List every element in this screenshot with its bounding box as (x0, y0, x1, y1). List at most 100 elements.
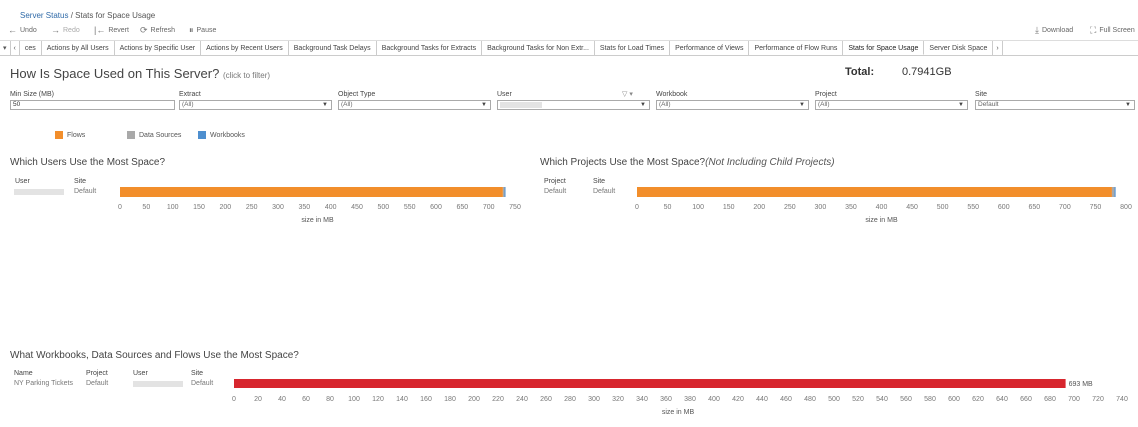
x-tick-label: 500 (828, 396, 840, 403)
row-project: Default (544, 188, 567, 195)
data-label: 693 MB (1069, 381, 1093, 388)
x-tick-label: 140 (396, 396, 408, 403)
x-tick-label: 400 (876, 204, 888, 211)
bar-flows[interactable] (120, 187, 503, 197)
x-tick-label: 660 (1020, 396, 1032, 403)
x-tick-label: 350 (298, 204, 310, 211)
col-header-project: Project (86, 370, 108, 377)
bar-size[interactable] (234, 379, 1066, 388)
x-tick-label: 150 (723, 204, 735, 211)
x-tick-label: 420 (732, 396, 744, 403)
x-axis-label: size in MB (865, 217, 898, 224)
bar-data-sources[interactable] (502, 187, 505, 197)
redacted-user-name (133, 381, 183, 387)
x-tick-label: 720 (1092, 396, 1104, 403)
row-project: Default (86, 380, 109, 387)
x-tick-label: 750 (509, 204, 521, 211)
x-tick-label: 120 (372, 396, 384, 403)
x-tick-label: 160 (420, 396, 432, 403)
x-tick-label: 240 (516, 396, 528, 403)
projects-title-text: Which Projects Use the Most Space? (540, 157, 706, 168)
x-tick-label: 20 (254, 396, 262, 403)
x-tick-label: 620 (972, 396, 984, 403)
x-tick-label: 100 (348, 396, 360, 403)
projects-title-note: (Not Including Child Projects) (705, 157, 835, 168)
x-tick-label: 0 (232, 396, 236, 403)
x-tick-label: 380 (684, 396, 696, 403)
x-tick-label: 520 (852, 396, 864, 403)
row-site: Default (593, 188, 616, 195)
x-tick-label: 60 (302, 396, 310, 403)
col-header-site: Site (191, 370, 204, 377)
x-tick-label: 100 (167, 204, 179, 211)
workbooks-section-title: What Workbooks, Data Sources and Flows U… (10, 350, 299, 361)
x-tick-label: 480 (804, 396, 816, 403)
x-tick-label: 550 (967, 204, 979, 211)
x-tick-label: 400 (325, 204, 337, 211)
x-tick-label: 350 (845, 204, 857, 211)
x-tick-label: 680 (1044, 396, 1056, 403)
x-tick-label: 0 (118, 204, 122, 211)
x-tick-label: 640 (996, 396, 1008, 403)
x-tick-label: 250 (246, 204, 258, 211)
x-tick-label: 260 (540, 396, 552, 403)
x-tick-label: 700 (1068, 396, 1080, 403)
charts-layer: 0 50 100 150 200 250 300 350 400 450 500 550 600 650 7… (118, 187, 1132, 416)
x-tick-label: 150 (193, 204, 205, 211)
x-tick-label: 300 (815, 204, 827, 211)
x-tick-label: 750 (1090, 204, 1102, 211)
x-tick-label: 100 (692, 204, 704, 211)
x-tick-label: 400 (708, 396, 720, 403)
x-tick-label: 300 (272, 204, 284, 211)
x-tick-label: 460 (780, 396, 792, 403)
x-tick-label: 650 (1028, 204, 1040, 211)
x-tick-label: 500 (937, 204, 949, 211)
x-tick-label: 580 (924, 396, 936, 403)
x-axis-label: size in MB (301, 217, 334, 224)
x-tick-label: 650 (456, 204, 468, 211)
x-tick-label: 600 (430, 204, 442, 211)
x-tick-label: 450 (906, 204, 918, 211)
x-tick-label: 800 (1120, 204, 1132, 211)
x-tick-label: 50 (664, 204, 672, 211)
x-tick-label: 300 (588, 396, 600, 403)
x-tick-label: 200 (219, 204, 231, 211)
users-space-chart: 0 50 100 150 200 250 300 350 400 450 500 550 600 650 7… (118, 187, 521, 224)
x-tick-label: 250 (784, 204, 796, 211)
row-site: Default (191, 380, 214, 387)
x-tick-label: 200 (468, 396, 480, 403)
x-tick-label: 600 (998, 204, 1010, 211)
projects-section-title: Which Projects Use the Most Space?(Not I… (540, 157, 835, 168)
bar-flows[interactable] (637, 187, 1112, 197)
x-tick-label: 280 (564, 396, 576, 403)
x-tick-label: 40 (278, 396, 286, 403)
bar-workbooks[interactable] (504, 187, 506, 197)
x-tick-label: 560 (900, 396, 912, 403)
x-tick-label: 220 (492, 396, 504, 403)
col-header-name: Name (14, 370, 33, 377)
x-tick-label: 740 (1116, 396, 1128, 403)
x-tick-label: 540 (876, 396, 888, 403)
col-header-site: Site (593, 178, 606, 185)
bar-workbooks[interactable] (1114, 187, 1116, 197)
x-tick-label: 600 (948, 396, 960, 403)
col-header-user: User (133, 370, 148, 377)
projects-space-chart: 0 50 100 150 200 250 300 350 400 450 500 550 600 650 7… (635, 187, 1132, 224)
x-tick-label: 340 (636, 396, 648, 403)
x-tick-label: 550 (404, 204, 416, 211)
x-tick-label: 450 (351, 204, 363, 211)
row-name[interactable]: NY Parking Tickets (14, 380, 73, 387)
x-tick-label: 700 (1059, 204, 1071, 211)
x-tick-label: 500 (377, 204, 389, 211)
col-header-project: Project (544, 178, 566, 185)
bar-data-sources[interactable] (1111, 187, 1115, 197)
x-tick-label: 200 (753, 204, 765, 211)
x-tick-label: 180 (444, 396, 456, 403)
x-tick-label: 320 (612, 396, 624, 403)
x-tick-label: 80 (326, 396, 334, 403)
x-tick-label: 0 (635, 204, 639, 211)
x-tick-label: 50 (142, 204, 150, 211)
x-tick-label: 440 (756, 396, 768, 403)
x-tick-label: 360 (660, 396, 672, 403)
x-axis-label: size in MB (662, 409, 695, 416)
